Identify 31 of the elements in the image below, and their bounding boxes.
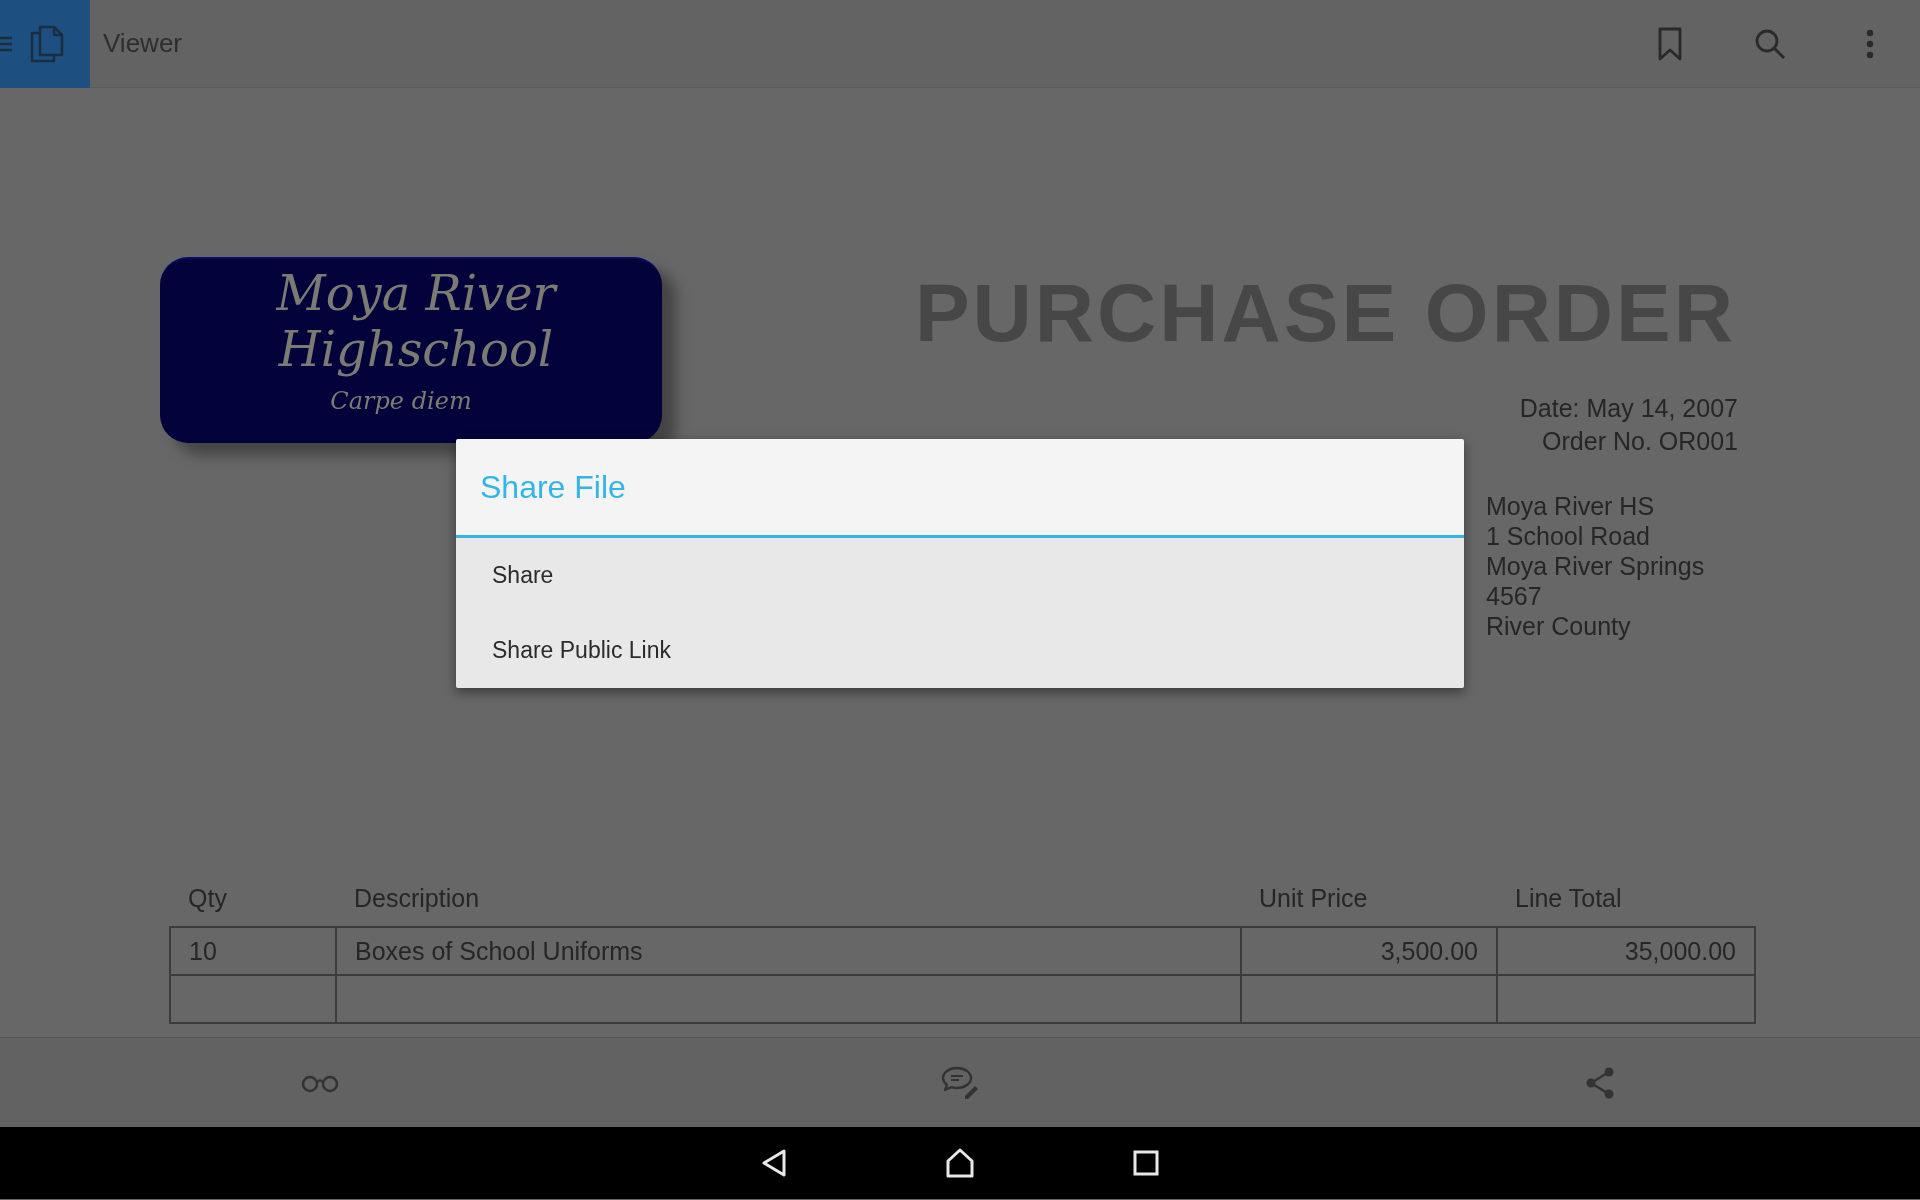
document-icon xyxy=(30,24,64,63)
address-line: River County xyxy=(1486,611,1632,641)
table-cell: 10 xyxy=(189,936,217,965)
dialog-title: Share File xyxy=(480,468,626,506)
address-line: 1 School Road xyxy=(1486,521,1651,551)
address-line: Moya River HS xyxy=(1486,491,1656,521)
table-cell: 3,500.00 xyxy=(1380,936,1478,965)
bookmark-icon[interactable] xyxy=(1658,26,1682,61)
comment-edit-icon[interactable] xyxy=(941,1065,979,1100)
logo-text: Highschool xyxy=(278,321,554,377)
column-header: Unit Price xyxy=(1259,883,1368,912)
column-header: Qty xyxy=(188,883,227,912)
share-icon[interactable] xyxy=(1585,1066,1615,1099)
logo-motto: Carpe diem xyxy=(330,387,472,415)
order-number: Order No. OR001 xyxy=(1541,426,1738,457)
recent-apps-icon[interactable] xyxy=(1133,1150,1159,1176)
address-line: Moya River Springs xyxy=(1486,551,1706,581)
menu-button[interactable] xyxy=(0,0,90,88)
home-icon[interactable] xyxy=(945,1148,975,1178)
order-date: Date: May 14, 2007 xyxy=(1519,393,1738,424)
table-cell: 35,000.00 xyxy=(1624,936,1736,965)
menu-item[interactable]: Share xyxy=(456,538,1464,613)
back-icon[interactable] xyxy=(761,1149,787,1177)
column-header: Line Total xyxy=(1515,883,1622,912)
address-line: 4567 xyxy=(1486,581,1543,611)
search-icon[interactable] xyxy=(1754,27,1786,60)
more-options-icon[interactable] xyxy=(1866,28,1874,59)
menu-item[interactable]: Share Public Link xyxy=(456,613,1464,688)
column-header: Description xyxy=(354,883,480,912)
logo-text: Moya River xyxy=(276,265,556,321)
table-cell: Boxes of School Uniforms xyxy=(355,936,643,965)
